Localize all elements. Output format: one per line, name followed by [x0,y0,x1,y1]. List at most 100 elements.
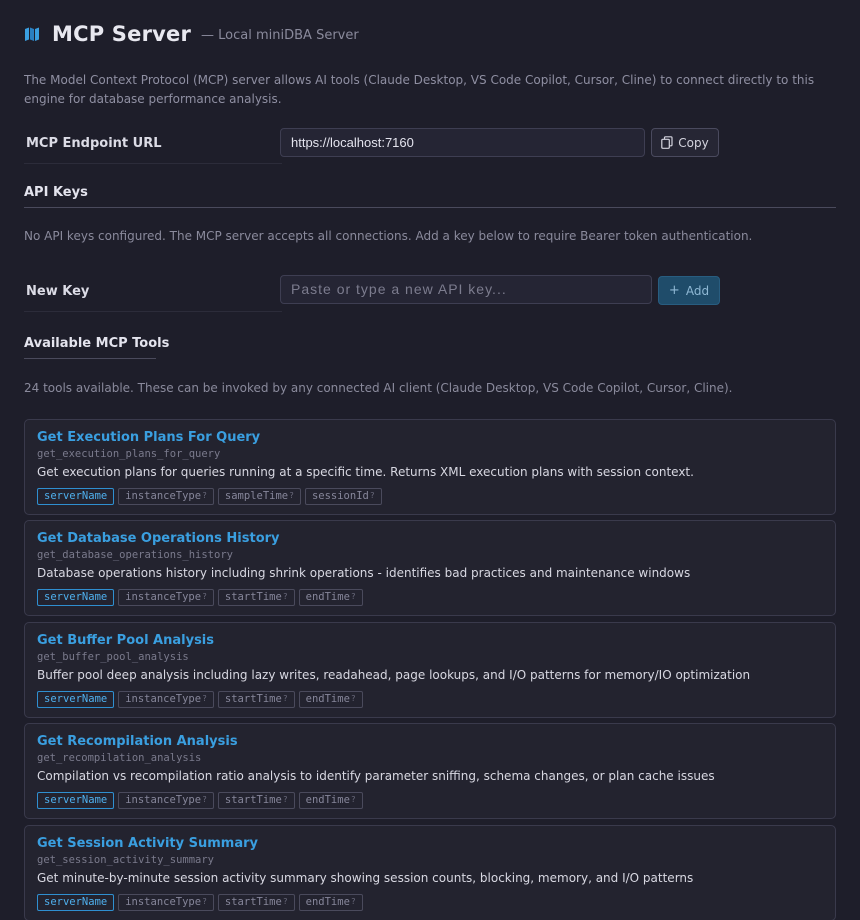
param-name: startTime [224,794,282,806]
param-tag-optional: endTime? [298,691,363,708]
copy-button-label: Copy [678,135,709,150]
param-name: instanceType [125,794,202,806]
tool-title[interactable]: Get Execution Plans For Query [37,430,260,445]
optional-marker: ? [282,694,288,703]
copy-button[interactable]: Copy [651,128,719,157]
tool-id: get_recompilation_analysis [37,752,202,764]
add-button-label: Add [685,283,710,298]
tool-description: Database operations history including sh… [37,566,691,580]
optional-marker: ? [202,491,207,500]
plus-icon: + [668,283,680,298]
tool-description: Get execution plans for queries running … [37,465,694,479]
param-name: instanceType [125,896,202,908]
param-name: serverName [44,896,108,908]
param-tag-optional: instanceType? [118,488,214,505]
param-name: startTime [224,591,282,603]
tool-description: Get minute-by-minute session activity su… [37,871,694,885]
param-name: endTime [305,693,350,705]
optional-marker: ? [350,694,356,703]
param-tag-optional: endTime? [298,589,363,606]
optional-marker: ? [202,795,207,804]
tool-params: serverName instanceType? startTime? endTime… [37,691,367,708]
param-tag-optional: instanceType? [118,894,214,911]
param-name: instanceType [125,591,202,603]
api-keys-title: API Keys [24,185,88,200]
optional-marker: ? [282,897,288,906]
optional-marker: ? [350,897,356,906]
param-tag-optional: startTime? [217,792,295,809]
new-key-divider [24,311,282,312]
param-tag-optional: instanceType? [118,691,214,708]
param-tag-required: serverName [37,488,115,505]
endpoint-label: MCP Endpoint URL [26,136,162,151]
param-name: sampleTime [224,490,289,502]
optional-marker: ? [202,897,207,906]
param-name: startTime [224,896,282,908]
tool-params: serverName instanceType? startTime? endTime… [37,792,367,809]
optional-marker: ? [350,592,356,601]
new-key-label: New Key [26,284,90,299]
page-title: MCP Server [52,22,192,46]
param-tag-optional: instanceType? [118,589,214,606]
tool-params: serverName instanceType? startTime? endTime… [37,894,367,911]
tool-card[interactable]: Get Recompilation Analysis get_recompilat… [24,723,836,819]
param-name: endTime [305,896,350,908]
tool-title[interactable]: Get Recompilation Analysis [37,734,238,749]
tool-params: serverName instanceType? sampleTime? sessio… [37,488,386,505]
param-name: serverName [44,591,108,603]
tool-card[interactable]: Get Buffer Pool Analysis get_buffer_pool_… [24,622,836,718]
copy-icon [661,136,673,149]
intro-text: The Model Context Protocol (MCP) server … [24,73,815,106]
param-tag-optional: sampleTime? [217,488,301,505]
param-name: serverName [44,794,108,806]
param-tag-required: serverName [37,589,115,606]
optional-marker: ? [369,491,375,500]
param-tag-optional: startTime? [217,589,295,606]
param-name: serverName [44,490,108,502]
param-tag-optional: startTime? [217,691,295,708]
page-subtitle: — Local miniDBA Server [201,27,359,43]
endpoint-divider [24,163,282,164]
param-tag-required: serverName [37,894,115,911]
optional-marker: ? [350,795,356,804]
tool-card[interactable]: Get Database Operations History get_datab… [24,520,836,616]
param-tag-optional: endTime? [298,894,363,911]
param-tag-optional: sessionId? [304,488,382,505]
param-tag-required: serverName [37,691,115,708]
param-name: endTime [305,591,350,603]
tools-section-rule [24,358,156,359]
param-name: instanceType [125,490,202,502]
param-tag-optional: endTime? [298,792,363,809]
optional-marker: ? [282,795,288,804]
tools-section-note: 24 tools available. These can be invoked… [24,381,733,395]
optional-marker: ? [202,592,207,601]
new-api-key-input[interactable] [280,275,652,304]
optional-marker: ? [282,592,288,601]
tool-title[interactable]: Get Buffer Pool Analysis [37,633,214,648]
api-keys-note: No API keys configured. The MCP server a… [24,229,753,243]
param-name: serverName [44,693,108,705]
endpoint-url-input[interactable] [280,128,645,157]
optional-marker: ? [289,491,294,500]
tool-card[interactable]: Get Execution Plans For Query get_executi… [24,419,836,515]
mcp-server-page: MCP Server — Local miniDBA Server The Mo… [0,0,860,920]
tool-title[interactable]: Get Session Activity Summary [37,836,258,851]
tool-description: Compilation vs recompilation ratio analy… [37,769,715,783]
tool-params: serverName instanceType? startTime? endTime… [37,589,367,606]
map-icon [24,25,42,43]
param-name: endTime [305,794,350,806]
param-tag-required: serverName [37,792,115,809]
param-name: instanceType [125,693,202,705]
tool-description: Buffer pool deep analysis including lazy… [37,668,751,682]
add-key-button[interactable]: + Add [658,276,720,305]
param-name: startTime [224,693,282,705]
param-tag-optional: startTime? [217,894,295,911]
param-name: sessionId [311,490,369,502]
tool-id: get_database_operations_history [37,549,233,561]
param-tag-optional: instanceType? [118,792,214,809]
tool-title[interactable]: Get Database Operations History [37,531,280,546]
tool-card[interactable]: Get Session Activity Summary get_session_… [24,825,836,920]
tool-id: get_execution_plans_for_query [37,448,221,460]
tools-section-title: Available MCP Tools [24,336,170,351]
page-header: MCP Server — Local miniDBA Server [24,22,359,46]
